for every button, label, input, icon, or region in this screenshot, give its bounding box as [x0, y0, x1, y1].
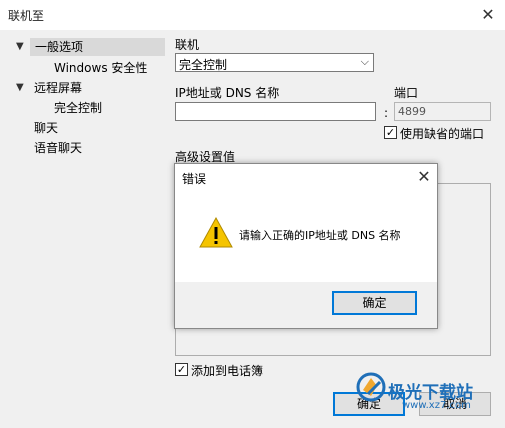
- tree-item-label: 完全控制: [54, 101, 103, 115]
- options-tree: 一般选项 ▼ Windows 安全性 ▼ 远程屏幕 完全控制 聊天 语音聊天: [10, 37, 165, 167]
- chevron-down-icon[interactable]: ▼: [16, 83, 26, 93]
- connect-mode-select[interactable]: 完全控制 ⌵: [175, 53, 374, 72]
- port-separator: :: [384, 106, 389, 120]
- tree-item-chat[interactable]: 聊天: [34, 119, 58, 137]
- ip-input[interactable]: [175, 102, 376, 121]
- port-input[interactable]: 4899: [394, 102, 491, 121]
- tree-item-label: 远程屏幕: [34, 81, 83, 95]
- dialog-body: 请输入正确的IP地址或 DNS 名称: [175, 190, 437, 282]
- tree-item-label: 语音聊天: [34, 141, 83, 155]
- dialog-title-bar: 错误 ✕: [175, 164, 437, 190]
- close-icon[interactable]: ✕: [413, 166, 435, 188]
- dialog-message: 请输入正确的IP地址或 DNS 名称: [239, 229, 401, 242]
- title-bar: 联机至 ✕: [0, 0, 505, 30]
- window-title: 联机至: [8, 9, 45, 23]
- default-port-checkbox[interactable]: ✓: [384, 126, 397, 139]
- tree-item-general-options[interactable]: 一般选项: [30, 38, 165, 56]
- chevron-down-icon[interactable]: ▼: [16, 42, 26, 52]
- watermark-logo-icon: [356, 372, 386, 402]
- tree-item-label: Windows 安全性: [54, 61, 148, 75]
- error-dialog: 错误 ✕ 请输入正确的IP地址或 DNS 名称 确定: [174, 163, 438, 329]
- tree-item-remote-screen[interactable]: 远程屏幕: [34, 79, 82, 97]
- port-label: 端口: [394, 86, 419, 100]
- tree-item-full-control[interactable]: 完全控制: [54, 99, 102, 117]
- tree-item-label: 聊天: [34, 121, 59, 135]
- chevron-down-icon: ⌵: [360, 55, 369, 68]
- warning-icon: [199, 217, 233, 248]
- tree-item-label: 一般选项: [35, 40, 84, 54]
- connect-label: 联机: [175, 38, 200, 52]
- tree-item-voice-chat[interactable]: 语音聊天: [34, 139, 82, 157]
- add-phonebook-label: 添加到电话簿: [191, 364, 264, 378]
- default-port-label: 使用缺省的端口: [400, 127, 485, 141]
- dialog-title: 错误: [182, 172, 207, 186]
- tree-item-windows-security[interactable]: Windows 安全性: [54, 59, 147, 77]
- dialog-ok-button[interactable]: 确定: [332, 291, 417, 315]
- connect-mode-value: 完全控制: [179, 58, 228, 72]
- close-icon[interactable]: ✕: [477, 4, 499, 26]
- add-phonebook-checkbox[interactable]: ✓: [175, 363, 188, 376]
- watermark-url: www.xz7.com: [402, 400, 471, 411]
- ip-label: IP地址或 DNS 名称: [175, 86, 280, 100]
